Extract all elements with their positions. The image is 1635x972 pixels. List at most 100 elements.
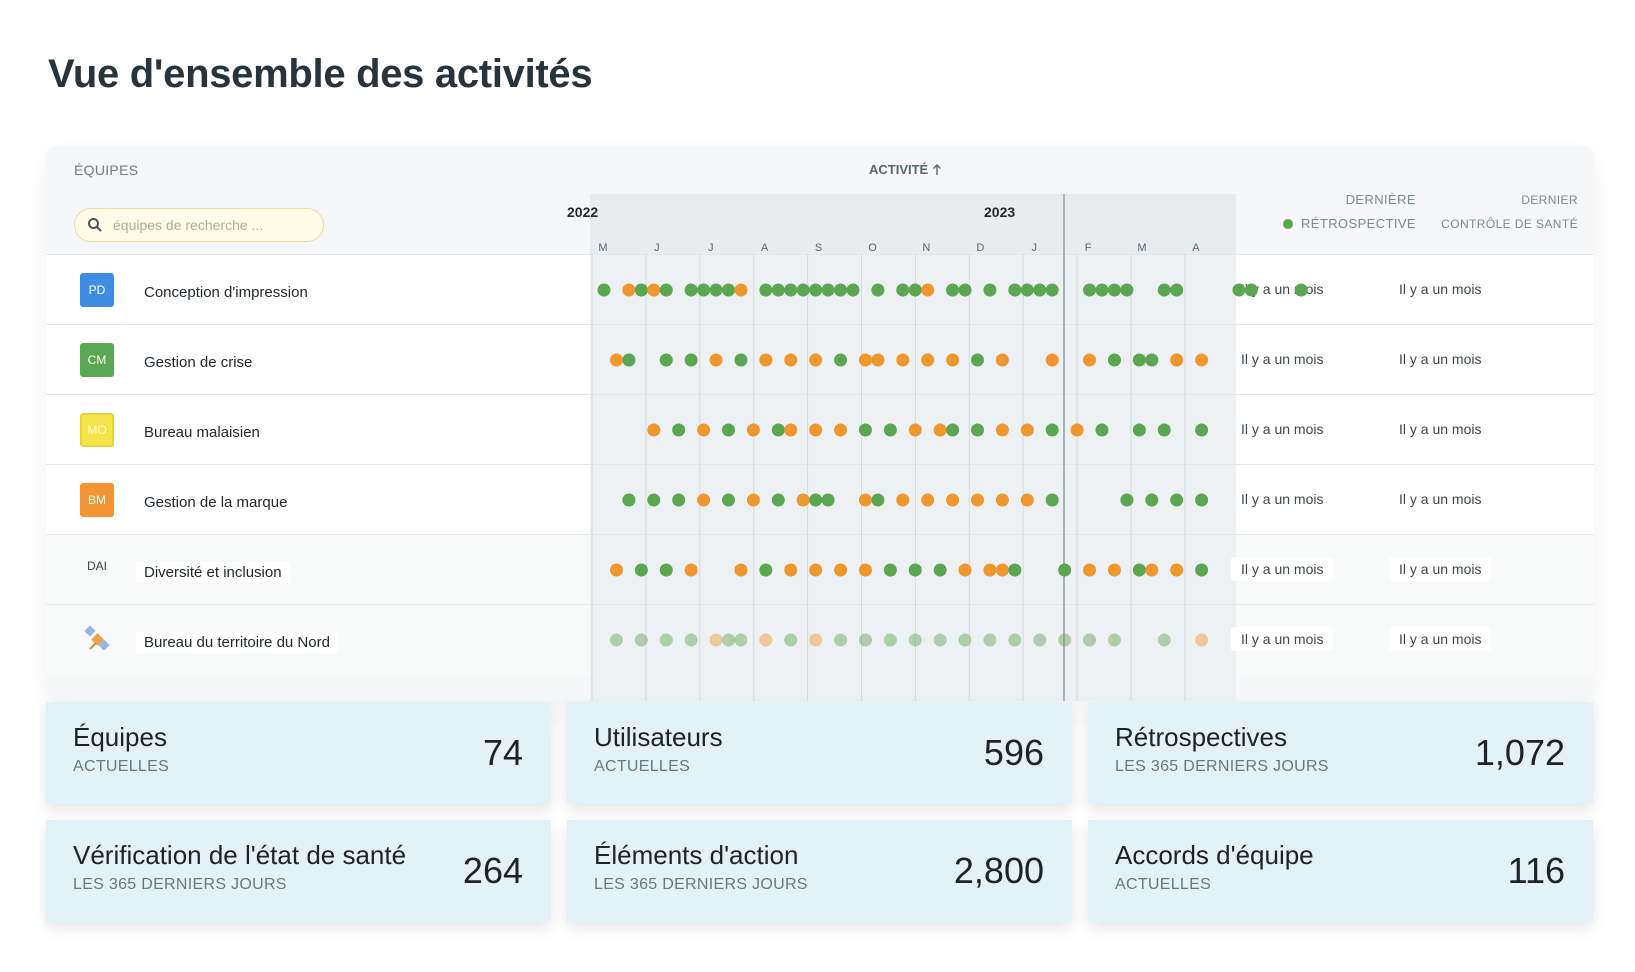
health-check-dot — [946, 353, 960, 367]
retrospective-dot — [1045, 493, 1059, 507]
page-title: Vue d'ensemble des activités — [48, 52, 593, 96]
health-check-dot — [809, 423, 823, 437]
retrospective-dot — [983, 283, 997, 297]
stat-value: 74 — [482, 732, 523, 773]
stat-card[interactable]: Accords d'équipe ACTUELLES 116 — [1088, 820, 1593, 922]
stat-title: Utilisateurs — [594, 722, 723, 752]
retrospective-dot — [1132, 563, 1146, 577]
stat-card[interactable]: Éléments d'action LES 365 DERNIERS JOURS 2… — [567, 820, 1072, 922]
retrospective-dot — [1157, 423, 1171, 437]
stat-card[interactable]: Rétrospectives LES 365 DERNIERS JOURS 1,07… — [1088, 702, 1593, 804]
health-check-dot — [921, 353, 935, 367]
retrospective-dot — [1145, 353, 1159, 367]
retrospective-dot — [784, 283, 798, 297]
retrospective-dot — [771, 423, 785, 437]
health-check-dot — [759, 353, 773, 367]
stat-value: 1,072 — [1474, 732, 1565, 773]
retrospective-dot — [1120, 283, 1134, 297]
stat-title: Vérification de l'état de santé — [73, 840, 407, 870]
health-check-dot — [1045, 353, 1059, 367]
retrospective-dot — [983, 633, 997, 647]
retrospective-dot — [971, 423, 984, 437]
retrospective-dot — [1058, 633, 1072, 647]
stat-subtitle: ACTUELLES — [73, 758, 170, 775]
retrospective-dot — [722, 493, 735, 507]
retrospective-dot — [883, 423, 897, 437]
retrospective-dot — [734, 353, 748, 367]
health-check-dot — [921, 283, 935, 297]
health-check-dot — [1145, 563, 1159, 577]
stat-subtitle: LES 365 DERNIERS JOURS — [1115, 758, 1329, 775]
health-check-dot — [858, 353, 872, 367]
retrospective-dot — [946, 423, 960, 437]
retrospective-dot — [1195, 563, 1209, 577]
retrospective-dot — [834, 633, 848, 647]
health-check-dot — [609, 563, 623, 577]
retrospective-dot — [684, 283, 698, 297]
stat-subtitle: LES 365 DERNIERS JOURS — [594, 876, 808, 893]
retrospective-dot — [634, 283, 648, 297]
stat-subtitle: ACTUELLES — [1115, 876, 1212, 893]
retrospective-dot — [908, 633, 922, 647]
retrospective-dot — [1107, 353, 1121, 367]
health-check-dot — [647, 283, 661, 297]
health-check-dot — [995, 423, 1009, 437]
retrospective-dot — [1170, 283, 1184, 297]
retrospective-dot — [771, 493, 785, 507]
retrospective-dot — [697, 283, 711, 297]
health-check-dot — [697, 423, 711, 437]
retrospective-dot — [1132, 423, 1146, 437]
retrospective-dot — [1107, 283, 1121, 297]
retrospective-dot — [659, 633, 673, 647]
retrospective-dot — [958, 633, 972, 647]
retrospective-dot — [1195, 423, 1209, 437]
health-check-dot — [709, 633, 723, 647]
retrospective-dot — [1170, 493, 1184, 507]
health-check-dot — [796, 493, 810, 507]
retrospective-dot — [1020, 283, 1034, 297]
health-check-dot — [734, 563, 748, 577]
retrospective-dot — [771, 283, 785, 297]
retrospective-dot — [722, 633, 735, 647]
retrospective-dot — [1008, 283, 1022, 297]
retrospective-dot — [946, 283, 960, 297]
retrospective-dot — [1095, 283, 1109, 297]
stat-card[interactable]: Équipes ACTUELLES 74 — [46, 702, 551, 804]
stat-value: 116 — [1507, 850, 1565, 891]
retrospective-dot — [1045, 423, 1059, 437]
health-check-dot — [1083, 563, 1097, 577]
health-check-dot — [983, 563, 997, 577]
retrospective-dot — [1132, 353, 1146, 367]
retrospective-dot — [971, 353, 984, 367]
retrospective-dot — [908, 283, 922, 297]
retrospective-dot — [846, 283, 860, 297]
stat-card[interactable]: Vérification de l'état de santé LES 365 D… — [46, 820, 551, 922]
retrospective-dot — [1095, 423, 1109, 437]
retrospective-dot — [684, 633, 698, 647]
health-check-dot — [746, 423, 760, 437]
retrospective-dot — [1033, 283, 1047, 297]
health-check-dot — [908, 423, 922, 437]
health-check-dot — [995, 493, 1009, 507]
retrospective-dot — [858, 633, 872, 647]
retrospective-dot — [1083, 633, 1097, 647]
health-check-dot — [784, 563, 798, 577]
stat-value: 264 — [462, 850, 523, 891]
health-check-dot — [858, 493, 872, 507]
stat-subtitle: LES 365 DERNIERS JOURS — [73, 876, 287, 893]
health-check-dot — [809, 633, 823, 647]
health-check-dot — [697, 493, 711, 507]
health-check-dot — [1195, 633, 1209, 647]
activity-timeline-chart — [591, 194, 1308, 701]
health-check-dot — [759, 633, 773, 647]
retrospective-dot — [809, 493, 823, 507]
retrospective-dot — [1232, 283, 1246, 297]
retrospective-dot — [784, 633, 798, 647]
retrospective-dot — [1294, 283, 1308, 297]
health-check-dot — [958, 563, 972, 577]
retrospective-dot — [933, 563, 947, 577]
stat-card[interactable]: Utilisateurs ACTUELLES 596 — [567, 702, 1072, 804]
health-check-dot — [1020, 493, 1034, 507]
retrospective-dot — [1083, 283, 1097, 297]
retrospective-dot — [871, 283, 885, 297]
